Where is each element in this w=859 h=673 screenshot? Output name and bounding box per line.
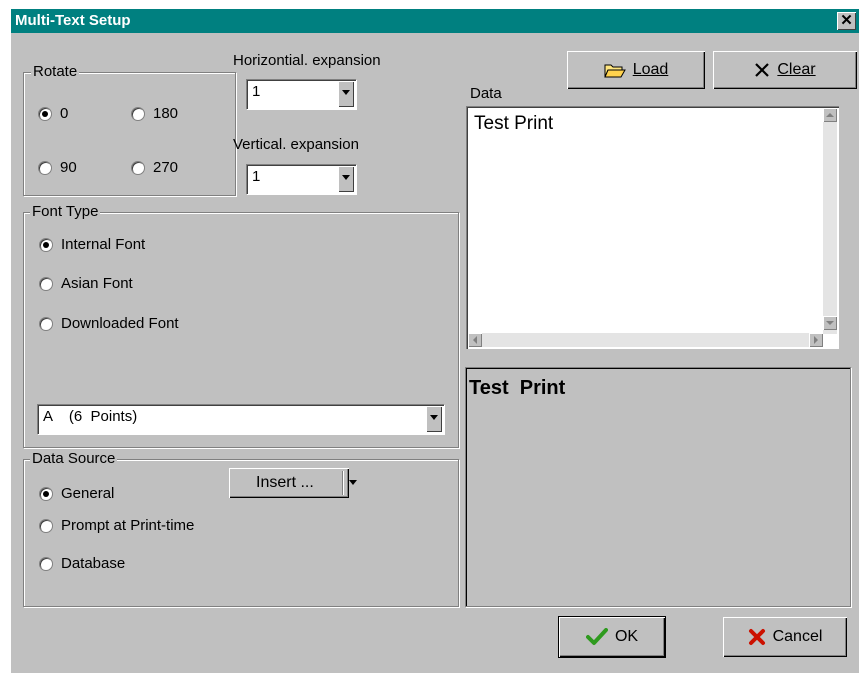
ok-button[interactable]: OK: [558, 616, 666, 658]
vertical-scrollbar[interactable]: [823, 108, 837, 334]
scroll-left-button[interactable]: [468, 333, 482, 347]
radio-icon: [39, 276, 53, 291]
insert-label: Insert ...: [256, 474, 314, 491]
chevron-down-icon[interactable]: [349, 480, 357, 485]
cancel-label: Cancel: [772, 628, 823, 645]
radio-selected-icon: [38, 106, 52, 121]
load-button[interactable]: Load: [567, 51, 705, 89]
ok-label: OK: [614, 628, 639, 645]
radio-icon: [39, 518, 53, 533]
window-title: Multi-Text Setup: [15, 12, 131, 29]
data-source-legend: Data Source: [30, 450, 118, 467]
data-textarea[interactable]: Test Print: [466, 106, 839, 349]
scroll-up-button[interactable]: [823, 108, 837, 122]
vertical-expansion-value: 1: [252, 168, 261, 185]
rotate-180-label: 180: [153, 105, 179, 122]
font-size-value: A (6 Points): [43, 408, 138, 425]
multi-text-setup-dialog: Multi-Text Setup ✕ Rotate 0 180 90 270 H…: [11, 9, 859, 673]
rotate-90-label: 90: [60, 159, 77, 176]
preview-panel: Test Print: [465, 367, 851, 607]
checkmark-icon: [585, 628, 608, 645]
downloaded-font-label: Downloaded Font: [61, 315, 179, 332]
close-button[interactable]: ✕: [837, 12, 856, 30]
chevron-down-icon[interactable]: [338, 166, 354, 192]
prompt-at-print-time-label: Prompt at Print-time: [61, 517, 195, 534]
insert-button[interactable]: Insert ...: [229, 468, 357, 498]
clear-label: Clear: [777, 61, 816, 78]
radio-selected-icon: [39, 237, 53, 252]
asian-font-radio[interactable]: Asian Font: [39, 275, 133, 292]
radio-icon: [39, 316, 53, 331]
horizontal-expansion-label: Horizontial. expansion: [233, 52, 381, 69]
radio-icon: [131, 106, 145, 121]
radio-icon: [38, 160, 52, 175]
radio-icon: [131, 160, 145, 175]
chevron-down-icon[interactable]: [426, 406, 442, 432]
scroll-down-button[interactable]: [823, 316, 837, 330]
internal-font-radio[interactable]: Internal Font: [39, 236, 145, 253]
clear-button[interactable]: Clear: [713, 51, 857, 89]
internal-font-label: Internal Font: [61, 236, 146, 253]
folder-open-icon: [603, 64, 626, 78]
preview-text: Test Print: [469, 377, 566, 399]
data-text[interactable]: Test Print: [474, 113, 553, 135]
chevron-down-icon[interactable]: [338, 81, 354, 107]
close-icon: [755, 63, 770, 77]
cancel-button[interactable]: Cancel: [723, 617, 847, 657]
database-radio[interactable]: Database: [39, 555, 125, 572]
rotate-270-label: 270: [153, 159, 179, 176]
rotate-legend: Rotate: [31, 63, 80, 80]
horizontal-expansion-select[interactable]: 1: [246, 79, 356, 109]
vertical-expansion-select[interactable]: 1: [246, 164, 356, 194]
rotate-90-radio[interactable]: 90: [38, 159, 77, 176]
rotate-0-label: 0: [60, 105, 69, 122]
rotate-0-radio[interactable]: 0: [38, 105, 68, 122]
horizontal-expansion-value: 1: [252, 83, 261, 100]
close-icon: ✕: [840, 12, 853, 29]
scroll-right-button[interactable]: [809, 333, 823, 347]
load-label: Load: [632, 61, 669, 78]
rotate-180-radio[interactable]: 180: [131, 105, 178, 122]
radio-icon: [39, 556, 53, 571]
font-type-legend: Font Type: [30, 203, 101, 220]
rotate-group: [23, 72, 236, 196]
font-size-select[interactable]: A (6 Points): [37, 404, 444, 434]
prompt-at-print-time-radio[interactable]: Prompt at Print-time: [39, 517, 194, 534]
downloaded-font-radio[interactable]: Downloaded Font: [39, 315, 179, 332]
cancel-x-icon: [748, 629, 765, 645]
insert-divider: [342, 471, 343, 495]
title-bar: Multi-Text Setup ✕: [11, 9, 859, 33]
database-label: Database: [61, 555, 126, 572]
data-label: Data: [470, 85, 502, 102]
rotate-270-radio[interactable]: 270: [131, 159, 178, 176]
vertical-expansion-label: Vertical. expansion: [233, 136, 359, 153]
asian-font-label: Asian Font: [61, 275, 133, 292]
radio-selected-icon: [39, 486, 53, 501]
horizontal-scrollbar[interactable]: [468, 333, 823, 347]
general-label: General: [61, 485, 115, 502]
general-radio[interactable]: General: [39, 485, 114, 502]
